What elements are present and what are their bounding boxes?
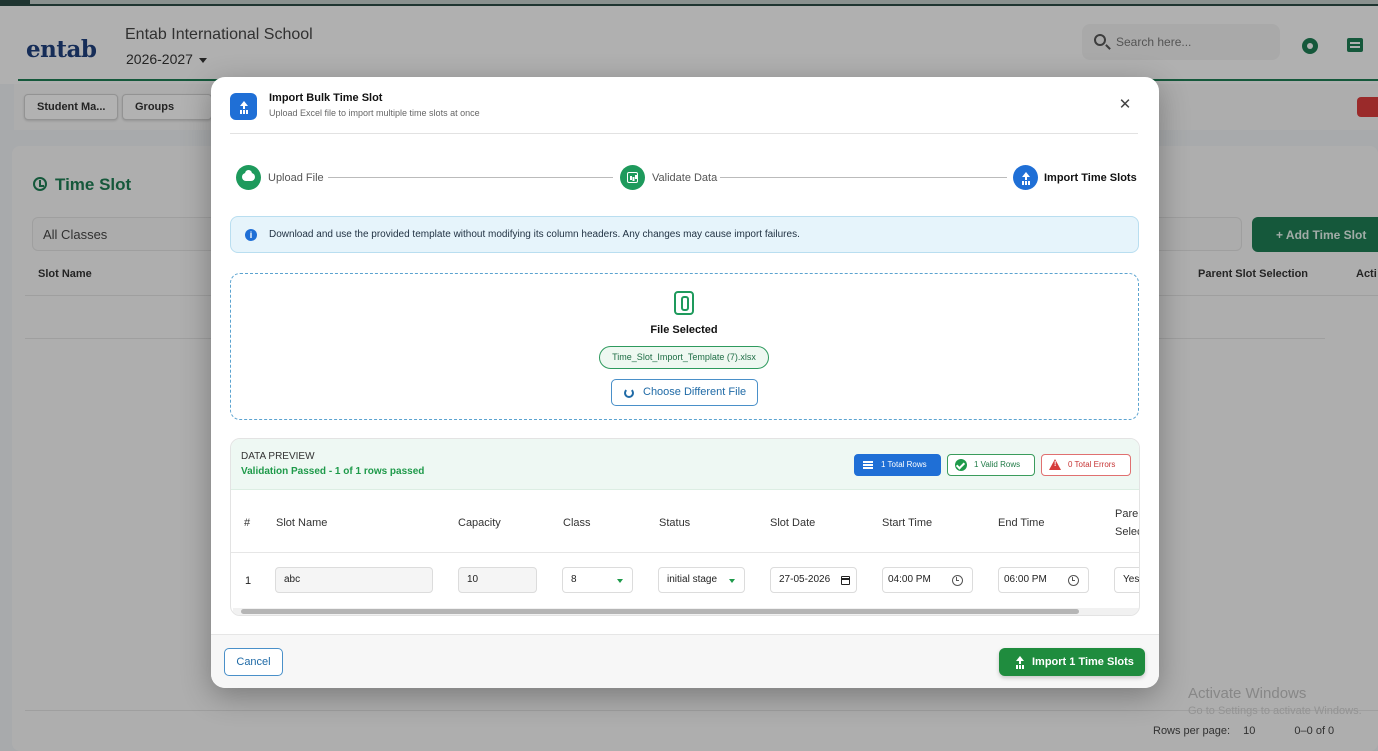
slot-date-value: 27-05-2026 xyxy=(779,574,831,585)
choose-different-file-button[interactable]: Choose Different File xyxy=(611,379,758,406)
scrollbar-thumb[interactable] xyxy=(241,609,1079,614)
step-import-time-slots-icon xyxy=(1013,165,1038,190)
list-icon xyxy=(863,461,873,463)
chevron-down-icon xyxy=(617,579,623,583)
warning-icon xyxy=(1049,459,1061,470)
clock-icon[interactable] xyxy=(952,575,963,586)
chart-icon xyxy=(627,172,638,183)
refresh-icon xyxy=(624,388,634,398)
slot-date-field[interactable]: 27-05-2026 xyxy=(770,567,857,593)
calendar-icon[interactable] xyxy=(841,576,850,585)
step-connector xyxy=(720,177,1007,178)
cloud-upload-icon xyxy=(242,170,255,181)
column-header-end-time: End Time xyxy=(998,517,1045,529)
step-import-time-slots-label: Import Time Slots xyxy=(1044,172,1137,184)
validation-status: Validation Passed - 1 of 1 rows passed xyxy=(241,466,425,477)
column-header-index: # xyxy=(244,517,251,529)
column-header-start-time: Start Time xyxy=(882,517,933,529)
total-rows-badge: 1 Total Rows xyxy=(854,454,941,476)
selected-file-chip: Time_Slot_Import_Template (7).xlsx xyxy=(599,346,769,369)
parent-header-line1: Parent xyxy=(1115,508,1139,520)
class-select[interactable]: 8 xyxy=(562,567,633,593)
dialog-header-divider xyxy=(230,133,1138,134)
status-select-value: initial stage xyxy=(667,574,718,585)
step-upload-file-icon xyxy=(236,165,261,190)
attachment-file-icon xyxy=(674,291,694,315)
column-header-class: Class xyxy=(563,517,591,529)
choose-different-file-label: Choose Different File xyxy=(643,386,747,398)
parent-header-line2: Selection xyxy=(1115,526,1139,538)
data-preview: DATA PREVIEW Validation Passed - 1 of 1 … xyxy=(230,438,1140,616)
check-circle-icon xyxy=(955,459,967,471)
column-header-slot-name: Slot Name xyxy=(276,517,328,529)
data-preview-title: DATA PREVIEW xyxy=(241,451,315,462)
total-errors-text: 0 Total Errors xyxy=(1068,460,1116,469)
clock-icon[interactable] xyxy=(1068,575,1079,586)
dialog-subtitle: Upload Excel file to import multiple tim… xyxy=(269,108,480,118)
start-time-field[interactable]: 04:00 PM xyxy=(882,567,973,593)
file-selected-label: File Selected xyxy=(650,324,718,336)
info-text: Download and use the provided template w… xyxy=(269,229,800,240)
column-header-slot-date: Slot Date xyxy=(770,517,816,529)
step-validate-data-label: Validate Data xyxy=(652,172,718,184)
import-bulk-time-slot-dialog: Import Bulk Time Slot Upload Excel file … xyxy=(211,77,1159,688)
import-button-label: Import 1 Time Slots xyxy=(1032,656,1134,668)
upload-icon xyxy=(230,93,257,120)
valid-rows-text: 1 Valid Rows xyxy=(974,460,1021,469)
info-icon: i xyxy=(245,229,257,241)
start-time-value: 04:00 PM xyxy=(888,574,931,585)
total-rows-text: 1 Total Rows xyxy=(881,460,927,469)
template-info-banner: i Download and use the provided template… xyxy=(230,216,1139,253)
horizontal-scrollbar[interactable] xyxy=(233,608,1139,615)
capacity-field[interactable]: 10 xyxy=(458,567,537,593)
step-connector xyxy=(328,177,613,178)
class-select-value: 8 xyxy=(571,574,577,585)
column-header-status: Status xyxy=(659,517,691,529)
upload-icon xyxy=(1015,656,1025,667)
cancel-button[interactable]: Cancel xyxy=(224,648,283,676)
upload-icon xyxy=(1021,171,1031,183)
column-header-capacity: Capacity xyxy=(458,517,501,529)
end-time-value: 06:00 PM xyxy=(1004,574,1047,585)
parent-selection-select[interactable]: Yes xyxy=(1114,567,1139,593)
preview-table-header: # Slot Name Capacity Class Status Slot D… xyxy=(231,491,1139,553)
total-errors-badge: 0 Total Errors xyxy=(1041,454,1131,476)
dialog-title: Import Bulk Time Slot xyxy=(269,92,383,104)
slot-name-field[interactable]: abc xyxy=(275,567,433,593)
column-header-parent-selection: Parent Selection xyxy=(1115,505,1139,541)
table-row: 1 abc 10 8 initial stage 27-05-2026 04:0… xyxy=(231,554,1139,604)
status-select[interactable]: initial stage xyxy=(658,567,745,593)
valid-rows-badge: 1 Valid Rows xyxy=(947,454,1035,476)
row-index: 1 xyxy=(245,575,252,587)
chevron-down-icon xyxy=(729,579,735,583)
file-drop-zone[interactable]: File Selected Time_Slot_Import_Template … xyxy=(230,273,1139,420)
dialog-footer: Cancel Import 1 Time Slots xyxy=(211,634,1159,688)
step-upload-file-label: Upload File xyxy=(268,172,324,184)
step-validate-data-icon xyxy=(620,165,645,190)
end-time-field[interactable]: 06:00 PM xyxy=(998,567,1089,593)
close-icon[interactable]: ✕ xyxy=(1117,97,1133,113)
data-preview-header: DATA PREVIEW Validation Passed - 1 of 1 … xyxy=(231,439,1139,490)
import-time-slots-button[interactable]: Import 1 Time Slots xyxy=(999,648,1145,676)
